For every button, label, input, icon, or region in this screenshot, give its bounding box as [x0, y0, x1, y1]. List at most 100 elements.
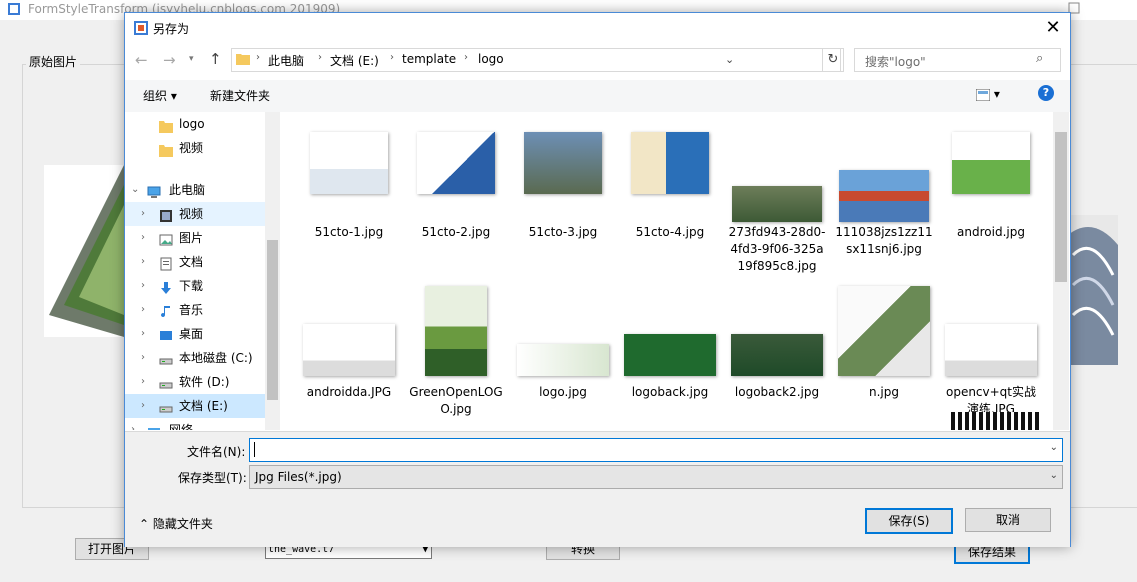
recent-locations-chevron-icon[interactable]: ▾: [189, 54, 194, 64]
up-arrow-icon[interactable]: ↑: [209, 50, 222, 68]
file-item[interactable]: android.jpg: [941, 124, 1041, 264]
view-options-icon[interactable]: ▾: [975, 87, 1000, 101]
drive-icon: [159, 399, 173, 413]
filename-input[interactable]: ⌄: [249, 438, 1063, 462]
file-name: 111038jzs1zz11sx11snj6.jpg: [835, 225, 933, 256]
forward-arrow-icon[interactable]: →: [163, 51, 176, 69]
nav-item[interactable]: ⌄ 此电脑: [125, 178, 265, 202]
nav-item[interactable]: › 图片: [125, 226, 265, 250]
expand-chevron-icon[interactable]: ›: [141, 202, 145, 226]
nav-item[interactable]: › 网络: [125, 418, 265, 430]
navigation-pane: logo 视频 ⌄ 此电脑 › 视频 › 图片 › 文档 › 下载 › 音乐 › 桌面 › 本地磁盘 (C:) › 软…: [125, 112, 280, 430]
music-icon: [159, 303, 173, 318]
chevron-right-icon: ›: [390, 52, 394, 63]
dialog-title: 另存为: [153, 22, 190, 36]
network-icon: [147, 423, 161, 430]
expand-chevron-icon[interactable]: ›: [141, 322, 145, 346]
drive-icon: [159, 375, 173, 389]
breadcrumb-template[interactable]: template: [402, 52, 456, 66]
new-folder-button[interactable]: 新建文件夹: [210, 87, 270, 104]
collapse-chevron-icon[interactable]: ⌄: [131, 178, 139, 202]
chevron-right-icon: ›: [464, 52, 468, 63]
nav-item-label: 桌面: [179, 327, 204, 341]
nav-item-label: 文档: [179, 255, 204, 269]
scrollbar-thumb[interactable]: [1055, 132, 1067, 282]
download-icon: [159, 279, 173, 294]
text-caret: [254, 442, 255, 457]
cancel-button[interactable]: 取消: [965, 508, 1051, 532]
file-list-scrollbar[interactable]: [1053, 112, 1069, 430]
document-icon: [159, 255, 173, 271]
nav-item[interactable]: › 音乐: [125, 298, 265, 322]
nav-item-label: 图片: [179, 231, 204, 245]
file-item[interactable]: 273fd943-28d0-4fd3-9f06-325a19f895c8.jpg: [727, 124, 827, 273]
breadcrumb-logo[interactable]: logo: [478, 52, 504, 66]
expand-chevron-icon[interactable]: ›: [141, 394, 145, 418]
expand-chevron-icon[interactable]: ›: [141, 226, 145, 250]
nav-item[interactable]: 视频: [125, 136, 265, 160]
breadcrumb-this-pc[interactable]: 此电脑: [268, 52, 304, 69]
file-item[interactable]: opencv+qt实战演练.JPG: [941, 282, 1041, 422]
scrollbar-thumb[interactable]: [267, 240, 278, 400]
nav-item-label: 软件 (D:): [179, 375, 230, 389]
file-item[interactable]: logo.jpg: [513, 282, 613, 422]
back-arrow-icon[interactable]: ←: [135, 51, 148, 69]
address-bar[interactable]: › 此电脑 › 文档 (E:) › template › logo: [231, 48, 841, 72]
save-button[interactable]: 保存(S): [865, 508, 953, 534]
nav-item[interactable]: › 视频: [125, 202, 265, 226]
address-history-chevron-icon[interactable]: ⌄: [725, 53, 734, 66]
refresh-icon[interactable]: ↻: [822, 48, 844, 72]
file-item[interactable]: GreenOpenLOGO.jpg: [406, 282, 506, 422]
chevron-down-icon: ⌄: [1049, 470, 1058, 481]
expand-chevron-icon[interactable]: ›: [141, 370, 145, 394]
expand-chevron-icon[interactable]: ›: [141, 298, 145, 322]
file-item[interactable]: logoback.jpg: [620, 282, 720, 422]
file-name: 51cto-2.jpg: [421, 225, 491, 239]
file-thumbnail: [310, 132, 388, 194]
nav-item[interactable]: › 桌面: [125, 322, 265, 346]
nav-item[interactable]: logo: [125, 112, 265, 136]
qr-thumbnail-partial: [951, 412, 1041, 430]
file-item[interactable]: n.jpg: [834, 282, 934, 422]
help-icon[interactable]: ?: [1038, 85, 1054, 101]
file-item[interactable]: androidda.JPG: [299, 282, 399, 422]
nav-item-label: 本地磁盘 (C:): [179, 351, 253, 365]
nav-item-label: 文档 (E:): [179, 399, 228, 413]
expand-chevron-icon[interactable]: ›: [141, 250, 145, 274]
file-name: 51cto-4.jpg: [635, 225, 705, 239]
file-name: 51cto-3.jpg: [528, 225, 598, 239]
navigation-scrollbar[interactable]: [265, 112, 280, 430]
original-image-label: 原始图片: [26, 53, 81, 70]
expand-chevron-icon[interactable]: ›: [141, 346, 145, 370]
breadcrumb-drive-e[interactable]: 文档 (E:): [330, 52, 379, 69]
close-icon[interactable]: ✕: [1043, 18, 1063, 38]
file-item[interactable]: 51cto-1.jpg: [299, 124, 399, 264]
nav-item[interactable]: › 文档 (E:): [125, 394, 265, 418]
hide-folders-toggle[interactable]: ⌃ 隐藏文件夹: [139, 515, 213, 532]
filetype-select[interactable]: Jpg Files(*.jpg) ⌄: [249, 465, 1063, 489]
nav-item[interactable]: › 本地磁盘 (C:): [125, 346, 265, 370]
expand-chevron-icon[interactable]: ›: [141, 274, 145, 298]
file-item[interactable]: 51cto-4.jpg: [620, 124, 720, 264]
file-thumbnail: [425, 286, 487, 376]
save-as-dialog: 另存为 ✕ ← → ▾ ↑ › 此电脑 › 文档 (E:) › template…: [124, 12, 1071, 547]
chevron-down-icon[interactable]: ⌄: [1050, 442, 1058, 453]
file-item[interactable]: 111038jzs1zz11sx11snj6.jpg: [834, 124, 934, 264]
file-item[interactable]: 51cto-2.jpg: [406, 124, 506, 264]
nav-item[interactable]: › 文档: [125, 250, 265, 274]
file-thumbnail: [303, 324, 395, 376]
result-image-preview: [1068, 215, 1118, 365]
file-name: n.jpg: [869, 385, 899, 399]
nav-item-label: 音乐: [179, 303, 204, 317]
file-item[interactable]: 51cto-3.jpg: [513, 124, 613, 264]
expand-chevron-icon[interactable]: ›: [131, 418, 135, 430]
chevron-right-icon: ›: [318, 52, 322, 63]
nav-item-label: 视频: [179, 141, 204, 155]
search-input[interactable]: 搜索"logo" ⌕: [854, 48, 1061, 72]
nav-item[interactable]: › 下载: [125, 274, 265, 298]
nav-item[interactable]: › 软件 (D:): [125, 370, 265, 394]
file-item[interactable]: logoback2.jpg: [727, 282, 827, 422]
folder-icon: [236, 54, 250, 65]
nav-item-label: 网络: [169, 423, 194, 430]
organize-menu-button[interactable]: 组织 ▾: [143, 87, 177, 104]
